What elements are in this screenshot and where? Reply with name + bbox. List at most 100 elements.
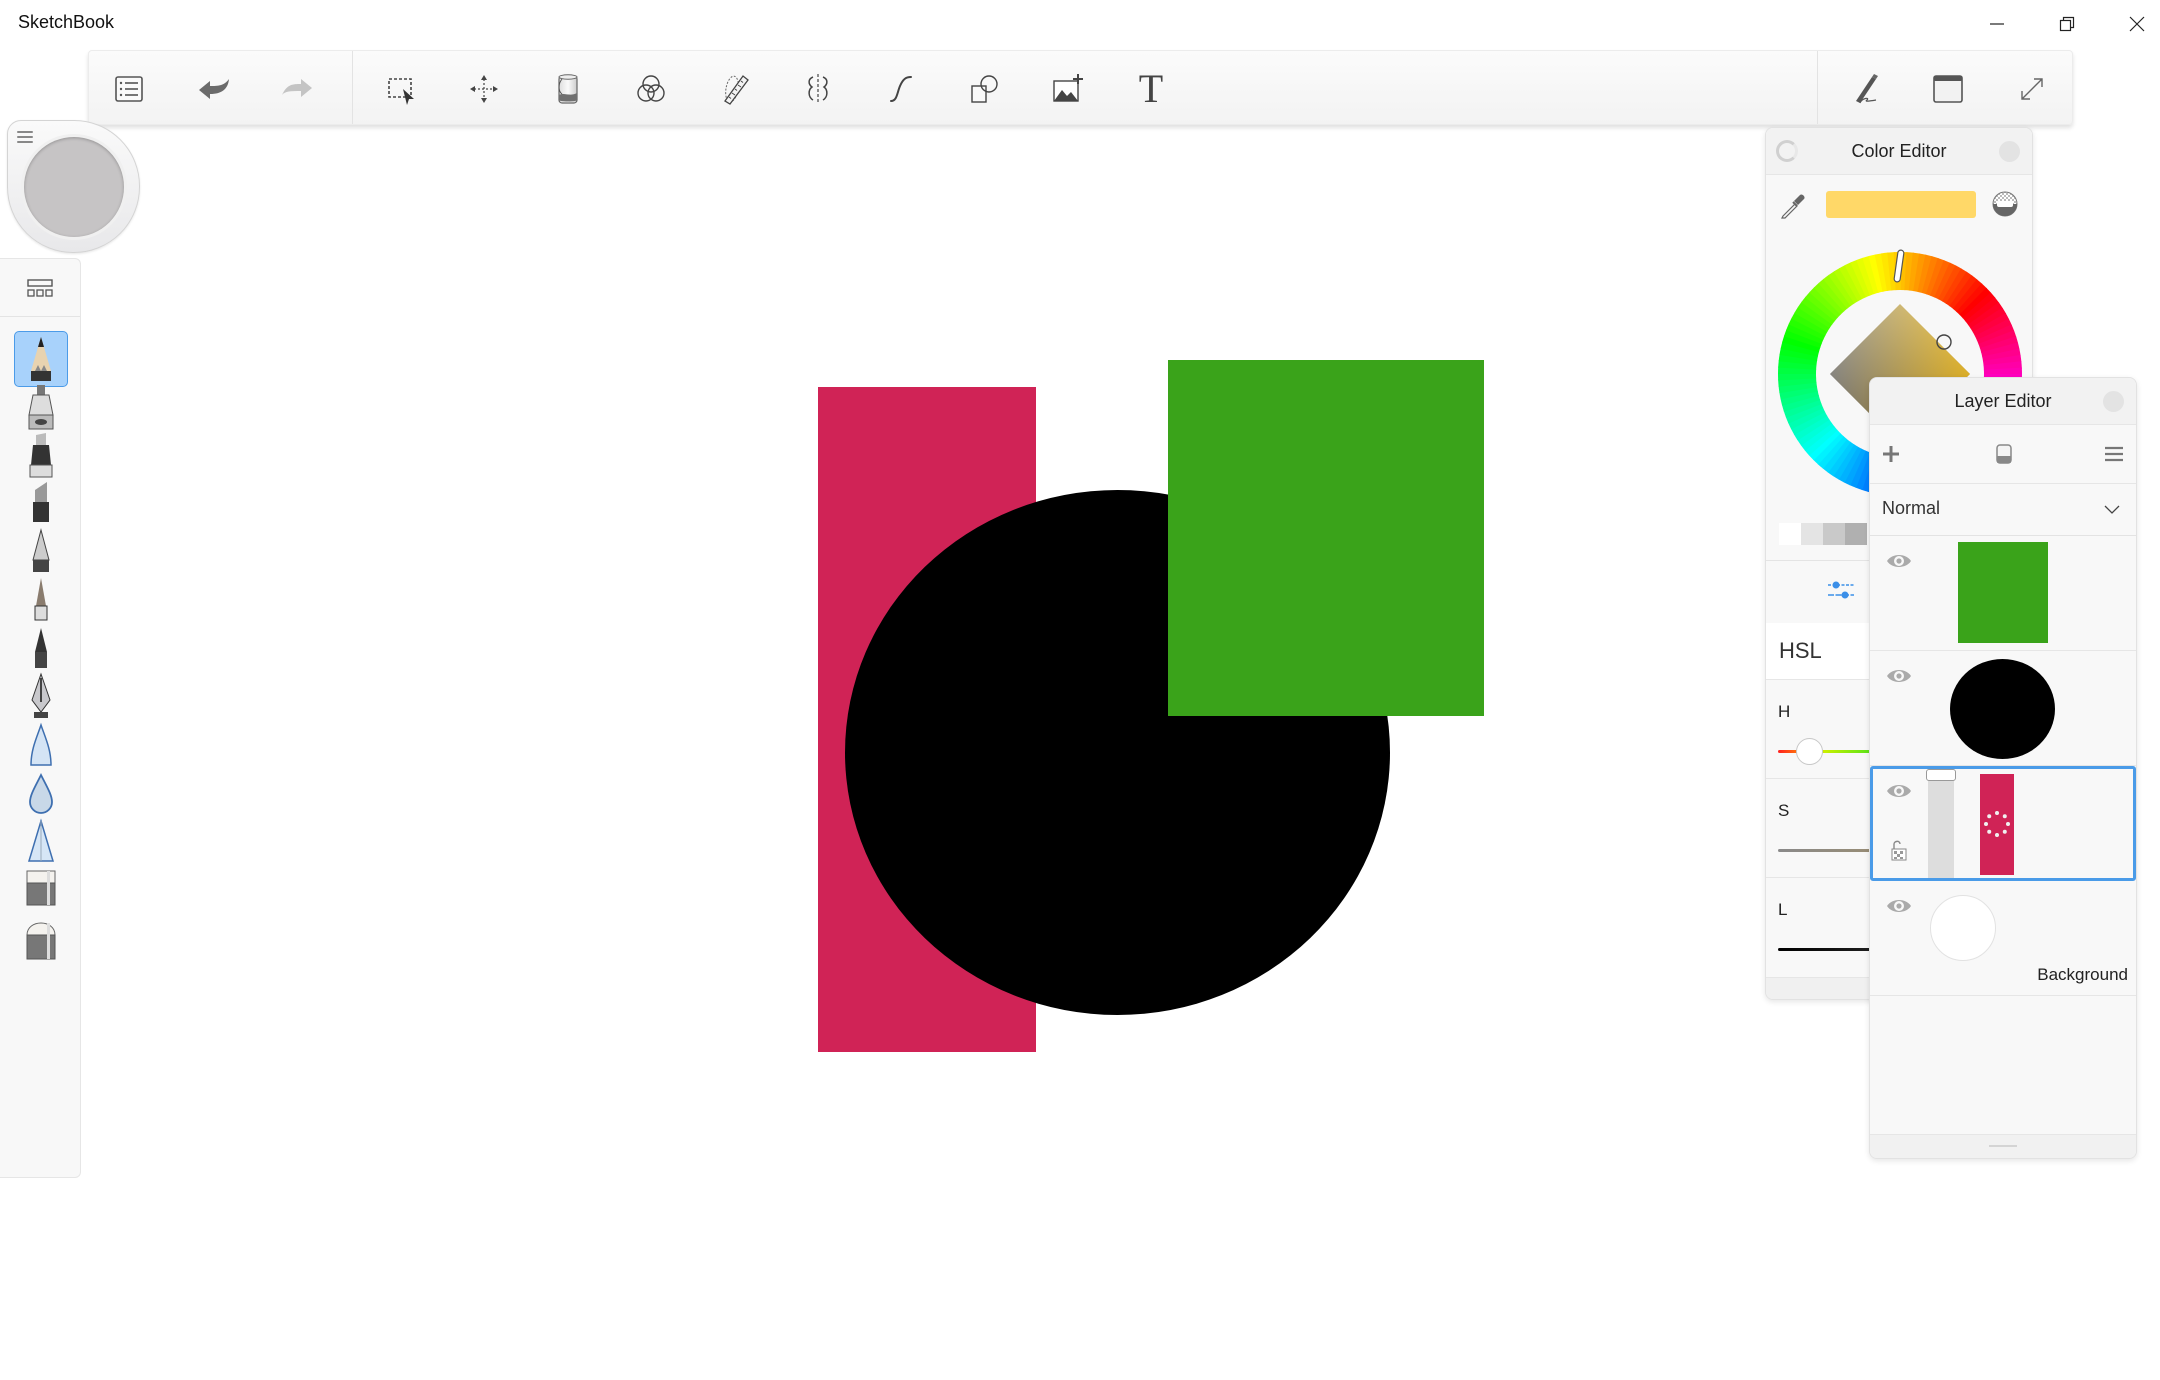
ballpoint-pen-icon (32, 527, 50, 572)
smear-icon (30, 722, 52, 766)
layer-opacity-knob[interactable] (1926, 769, 1956, 781)
swatch[interactable] (1801, 523, 1823, 545)
close-button[interactable] (2102, 0, 2160, 48)
color-editor-close-button[interactable] (1999, 141, 2020, 162)
spinner-dot (1995, 811, 1999, 815)
ruler-icon (724, 75, 749, 105)
toolbar-separator (1817, 51, 1818, 124)
current-color-swatch[interactable] (24, 137, 124, 237)
blend-mode-dropdown[interactable]: Normal (1870, 484, 2136, 536)
brush-marker[interactable] (14, 427, 68, 483)
eye-icon[interactable] (1886, 897, 1912, 915)
brush-fountain-pen[interactable] (14, 668, 68, 724)
layer-row-selected[interactable] (1870, 766, 2136, 881)
selection-icon (388, 78, 414, 105)
add-layer-button[interactable] (1876, 439, 1906, 469)
red-rectangle-shape (818, 387, 1036, 1052)
color-picker-marker[interactable] (1936, 334, 1952, 350)
fill-tool-button[interactable] (542, 63, 594, 115)
brush-soft-eraser[interactable] (14, 909, 68, 965)
puck-menu-icon[interactable] (17, 131, 33, 145)
soft-eraser-icon (26, 922, 56, 960)
text-tool-button[interactable]: T (1125, 63, 1177, 115)
ink-pen-icon (35, 628, 47, 669)
eye-icon[interactable] (1886, 667, 1912, 685)
hue-slider-knob[interactable] (1796, 738, 1824, 765)
brush-puck[interactable] (7, 120, 140, 253)
layer-name: Background (2037, 965, 2128, 984)
color-editor-header[interactable]: Color Editor (1766, 128, 2032, 175)
fountain-pen-icon (31, 672, 51, 719)
brush-library-button[interactable] (0, 259, 80, 317)
hard-eraser-icon (26, 870, 56, 906)
layer-opacity-slider[interactable] (1926, 769, 1956, 878)
color-circles-icon (637, 75, 665, 102)
restore-button[interactable] (2032, 0, 2102, 48)
stroke-tools-button[interactable] (875, 63, 927, 115)
color-adjust-button[interactable] (625, 63, 677, 115)
spinner-dot (2002, 829, 2007, 834)
swatch[interactable] (1779, 523, 1801, 545)
layer-row[interactable] (1870, 536, 2136, 651)
transparency-icon[interactable] (1990, 189, 2020, 219)
layer-row[interactable] (1870, 651, 2136, 766)
undo-button[interactable] (188, 63, 240, 115)
plus-icon (1883, 446, 1899, 462)
toggle-interface-button[interactable] (103, 63, 155, 115)
title-bar: SketchBook (0, 0, 2160, 48)
airbrush-icon (28, 385, 54, 430)
clear-layer-button[interactable] (1989, 439, 2019, 469)
black-circle-shape (845, 490, 1390, 1015)
chevron-down-icon (2104, 505, 2120, 514)
swatch[interactable] (1845, 523, 1867, 545)
eraser-icon (1996, 444, 2012, 464)
select-tool-button[interactable] (375, 63, 427, 115)
transform-tool-button[interactable] (458, 63, 510, 115)
window-icon (1933, 75, 1963, 103)
paintbrush-icon (34, 578, 48, 621)
minimize-button[interactable] (1962, 0, 2032, 48)
restore-icon (2059, 16, 2075, 32)
pen-mode-button[interactable] (1840, 63, 1892, 115)
move-icon (470, 75, 498, 103)
shapes-icon (971, 75, 998, 103)
layer-editor-panel: Layer Editor Normal Background (1869, 377, 2137, 1159)
add-image-button[interactable] (1042, 63, 1094, 115)
loading-spinner-icon (1984, 811, 2010, 837)
blur-icon (29, 772, 53, 814)
swatch[interactable] (1823, 523, 1845, 545)
expand-icon (2021, 78, 2043, 100)
sliders-icon[interactable] (1826, 578, 1856, 602)
layer-editor-close-button[interactable] (2103, 391, 2124, 412)
layer-editor-footer (1870, 1134, 2136, 1158)
layer-editor-header[interactable]: Layer Editor (1870, 378, 2136, 425)
marker-icon (29, 433, 53, 478)
unlock-icon[interactable] (1891, 839, 1907, 861)
fullscreen-button[interactable] (2006, 63, 2058, 115)
eye-icon[interactable] (1886, 552, 1912, 570)
current-color-bar[interactable] (1826, 191, 1976, 218)
layer-row[interactable]: Background (1870, 881, 2136, 996)
ruler-tool-button[interactable] (709, 63, 761, 115)
shapes-tool-button[interactable] (959, 63, 1011, 115)
pin-icon[interactable] (1776, 140, 1798, 162)
chisel-marker-icon (33, 481, 49, 522)
main-toolbar: T (88, 50, 2073, 125)
spinner-dot (1995, 833, 1999, 837)
layer-menu-button[interactable] (2099, 439, 2129, 469)
brush-library-icon (27, 278, 53, 297)
resize-grip[interactable] (1989, 1145, 2017, 1147)
close-icon (2129, 16, 2145, 32)
symmetry-tool-button[interactable] (792, 63, 844, 115)
spinner-dot (2006, 822, 2010, 826)
undo-icon (199, 79, 229, 99)
hue-label: H (1778, 702, 1791, 721)
layer-thumbnail (1958, 542, 2048, 643)
redo-button[interactable] (271, 63, 323, 115)
blend-mode-value: Normal (1882, 498, 1941, 518)
lightness-label: L (1778, 900, 1788, 919)
eye-icon[interactable] (1886, 782, 1912, 800)
eyedropper-icon[interactable] (1778, 190, 1808, 220)
list-icon (115, 76, 143, 102)
window-mode-button[interactable] (1922, 63, 1974, 115)
